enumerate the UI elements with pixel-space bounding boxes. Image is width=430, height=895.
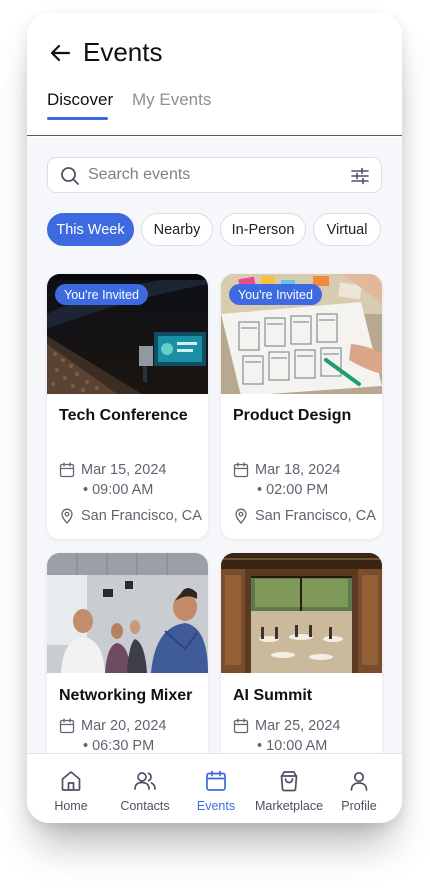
tab-my-events[interactable]: My Events — [132, 90, 211, 110]
search-input[interactable] — [88, 158, 338, 192]
filter-chip-in-person[interactable]: In-Person — [220, 213, 306, 246]
nav-contacts-label: Contacts — [120, 799, 170, 813]
event-card[interactable]: AI Summit Mar 25, 2024 • 10:00 AM — [221, 553, 382, 753]
event-card[interactable]: You're Invited Product Design Mar 18, 20… — [221, 274, 382, 539]
search-bar[interactable] — [47, 157, 382, 193]
event-date: Mar 25, 2024 — [255, 718, 341, 734]
filter-chip-virtual[interactable]: Virtual — [313, 213, 381, 246]
nav-home-label: Home — [54, 799, 88, 813]
event-time: • 02:00 PM — [257, 482, 329, 498]
nav-profile[interactable]: Profile — [335, 754, 383, 823]
filter-sliders-icon[interactable] — [350, 166, 370, 186]
filter-chip-this-week[interactable]: This Week — [47, 213, 134, 246]
event-title: AI Summit — [233, 687, 313, 704]
search-icon — [61, 167, 79, 185]
filter-chip-nearby[interactable]: Nearby — [141, 213, 213, 246]
calendar-icon — [59, 462, 75, 478]
arrow-left-icon — [50, 44, 71, 62]
invited-badge: You're Invited — [229, 284, 322, 305]
nav-events-label: Events — [196, 799, 236, 813]
nav-profile-label: Profile — [341, 799, 377, 813]
back-button[interactable] — [48, 41, 72, 65]
event-date: Mar 15, 2024 — [81, 462, 167, 478]
event-time: • 06:30 PM — [83, 738, 155, 753]
conference-hall-photo: You're Invited — [47, 274, 208, 394]
event-time: • 09:00 AM — [83, 482, 154, 498]
nav-contacts[interactable]: Contacts — [115, 754, 175, 823]
event-location-row: San Francisco, CA — [233, 506, 376, 526]
event-date-row: Mar 25, 2024 — [233, 716, 340, 736]
location-pin-icon — [235, 508, 247, 524]
page-title: Events — [83, 37, 163, 67]
event-location: San Francisco, CA — [81, 508, 202, 524]
app-header: Events Discover My Events — [27, 13, 402, 136]
profile-icon — [350, 771, 368, 791]
event-date-row: Mar 20, 2024 — [59, 716, 166, 736]
event-title: Product Design — [233, 407, 352, 424]
contacts-icon — [134, 772, 156, 790]
wireframe-sketches-photo: You're Invited — [221, 274, 382, 394]
event-location-row: San Francisco, CA — [59, 506, 202, 526]
calendar-icon — [233, 718, 249, 734]
nav-marketplace[interactable]: Marketplace — [249, 754, 329, 823]
nav-marketplace-label: Marketplace — [254, 799, 324, 813]
location-pin-icon — [61, 508, 73, 524]
event-date-row: Mar 15, 2024 — [59, 460, 166, 480]
calendar-icon — [206, 770, 226, 791]
nav-home[interactable]: Home — [47, 754, 95, 823]
calendar-icon — [59, 718, 75, 734]
event-card[interactable]: Networking Mixer Mar 20, 2024 • 06:30 PM — [47, 553, 208, 753]
event-date-row: Mar 18, 2024 — [233, 460, 340, 480]
active-tab-indicator — [47, 117, 108, 120]
event-card[interactable]: You're Invited Tech Conference Mar 15, 2… — [47, 274, 208, 539]
event-title: Tech Conference — [59, 407, 188, 424]
event-time: • 10:00 AM — [257, 738, 328, 753]
event-location: San Francisco, CA — [255, 508, 376, 524]
nav-events[interactable]: Events — [189, 754, 243, 823]
event-date: Mar 20, 2024 — [81, 718, 167, 734]
event-date: Mar 18, 2024 — [255, 462, 341, 478]
people-networking-photo — [47, 553, 208, 673]
event-title: Networking Mixer — [59, 687, 193, 704]
discover-content[interactable]: This Week Nearby In-Person Virtual — [27, 137, 402, 753]
shopping-bag-icon — [280, 771, 298, 792]
home-icon — [61, 771, 81, 791]
invited-badge: You're Invited — [55, 284, 148, 305]
restaurant-venue-photo — [221, 553, 382, 673]
calendar-icon — [233, 462, 249, 478]
phone-frame: Events Discover My Events This Week Near… — [27, 13, 402, 823]
tab-discover[interactable]: Discover — [47, 90, 113, 110]
bottom-nav: Home Contacts Events Marketplace Profile — [27, 753, 402, 823]
